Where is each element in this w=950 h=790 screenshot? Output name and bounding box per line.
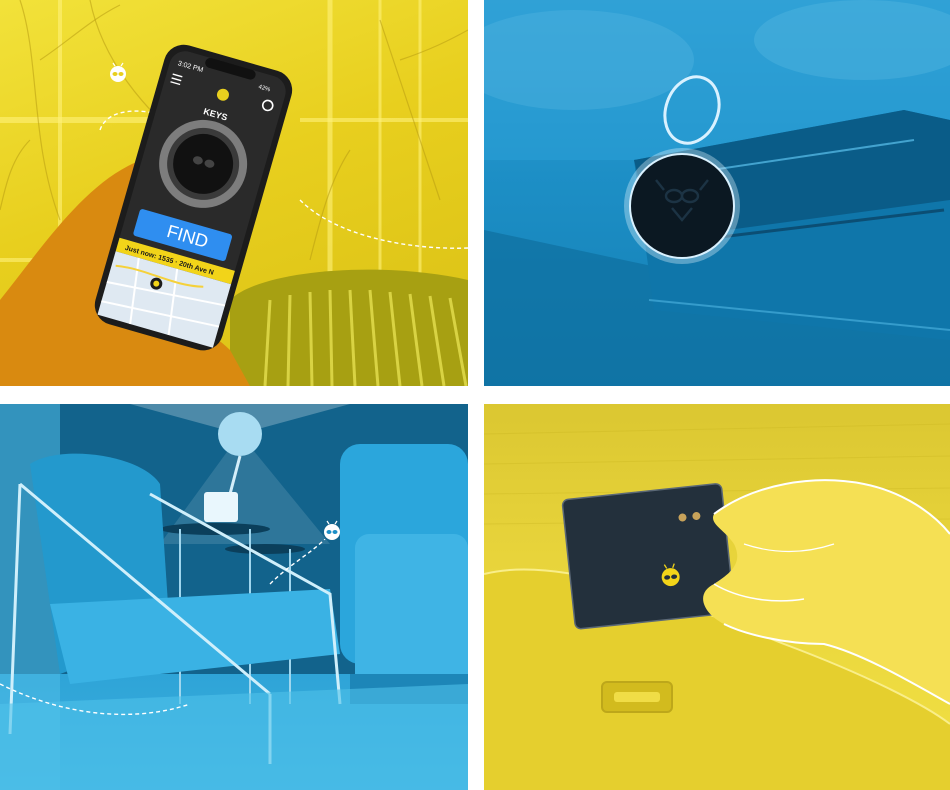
panel-phone-app: 3:02 PM 42% KEYS FIND Just now: 1535 · 2…	[0, 0, 468, 386]
wallet-scene	[484, 0, 950, 386]
round-tracker-tag	[624, 148, 740, 264]
purse-scene	[484, 423, 950, 790]
panel-card-tracker	[484, 404, 950, 790]
panel-keyring-tag	[484, 0, 950, 386]
couch	[230, 269, 468, 386]
pebblebee-logo-icon	[110, 62, 126, 82]
phone-scene: 3:02 PM 42% KEYS FIND Just now: 1535 · 2…	[0, 0, 468, 386]
panel-living-room	[0, 404, 468, 790]
sofa	[340, 444, 468, 704]
room-scene	[0, 404, 468, 790]
